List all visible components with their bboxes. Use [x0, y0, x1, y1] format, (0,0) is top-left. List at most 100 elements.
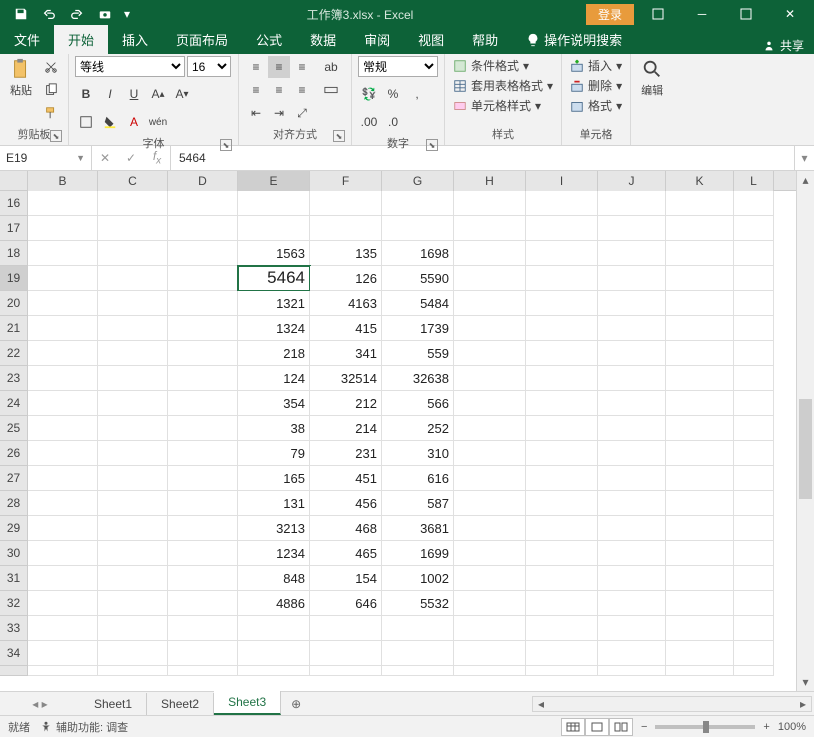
tab-home[interactable]: 开始 — [54, 25, 108, 54]
row-header[interactable]: 34 — [0, 641, 28, 666]
zoom-slider[interactable] — [655, 725, 755, 729]
cell[interactable] — [238, 216, 310, 241]
cell[interactable] — [734, 366, 774, 391]
cell[interactable] — [526, 416, 598, 441]
cell[interactable] — [310, 641, 382, 666]
vertical-scrollbar[interactable]: ▴ ▾ — [796, 171, 814, 691]
merge-icon[interactable] — [317, 79, 345, 101]
cell[interactable] — [526, 191, 598, 216]
border-icon[interactable] — [75, 111, 97, 133]
increase-decimal-icon[interactable]: .00 — [358, 111, 380, 133]
cell[interactable] — [666, 416, 734, 441]
cell[interactable]: 124 — [238, 366, 310, 391]
cell[interactable] — [168, 391, 238, 416]
delete-cells-button[interactable]: 删除 ▾ — [568, 76, 624, 95]
scroll-right-icon[interactable]: ▸ — [795, 697, 811, 711]
tab-formulas[interactable]: 公式 — [242, 25, 296, 54]
column-header[interactable]: B — [28, 171, 98, 191]
cell[interactable] — [666, 291, 734, 316]
increase-indent-icon[interactable]: ⇥ — [268, 102, 290, 124]
cell[interactable] — [734, 216, 774, 241]
cell[interactable] — [734, 591, 774, 616]
cell[interactable] — [98, 366, 168, 391]
cell[interactable] — [598, 566, 666, 591]
cell[interactable]: 1002 — [382, 566, 454, 591]
align-top-icon[interactable]: ≡ — [245, 56, 267, 78]
cell[interactable] — [666, 366, 734, 391]
sheet-tab[interactable]: Sheet2 — [147, 693, 214, 715]
cell[interactable] — [734, 616, 774, 641]
underline-button[interactable]: U — [123, 83, 145, 105]
cell[interactable] — [168, 191, 238, 216]
cell[interactable] — [526, 366, 598, 391]
cell[interactable] — [666, 516, 734, 541]
cell[interactable] — [526, 391, 598, 416]
zoom-out-icon[interactable]: − — [641, 721, 647, 733]
tab-review[interactable]: 审阅 — [350, 25, 404, 54]
cell[interactable] — [98, 416, 168, 441]
cell[interactable] — [734, 666, 774, 676]
cell[interactable]: 38 — [238, 416, 310, 441]
font-color-icon[interactable]: A — [123, 111, 145, 133]
cell[interactable] — [598, 191, 666, 216]
column-header[interactable]: E — [238, 171, 310, 191]
comma-icon[interactable]: , — [406, 83, 428, 105]
row-header[interactable]: 31 — [0, 566, 28, 591]
cell[interactable]: 135 — [310, 241, 382, 266]
decrease-decimal-icon[interactable]: .0 — [382, 111, 404, 133]
cell[interactable] — [598, 241, 666, 266]
cell[interactable] — [526, 566, 598, 591]
cell[interactable]: 646 — [310, 591, 382, 616]
cell[interactable] — [28, 416, 98, 441]
cell[interactable] — [526, 616, 598, 641]
cell[interactable] — [28, 341, 98, 366]
column-header[interactable]: J — [598, 171, 666, 191]
cell[interactable] — [598, 291, 666, 316]
row-header[interactable]: 16 — [0, 191, 28, 216]
cell[interactable] — [526, 491, 598, 516]
save-icon[interactable] — [8, 2, 34, 26]
cell[interactable]: 1739 — [382, 316, 454, 341]
align-middle-icon[interactable]: ≡ — [268, 56, 290, 78]
dialog-launcher-icon[interactable]: ⬊ — [50, 130, 62, 142]
cell[interactable] — [168, 316, 238, 341]
cell[interactable]: 165 — [238, 466, 310, 491]
cell[interactable] — [382, 616, 454, 641]
cell[interactable]: 341 — [310, 341, 382, 366]
cell[interactable] — [454, 541, 526, 566]
cell[interactable] — [454, 341, 526, 366]
cell[interactable] — [98, 341, 168, 366]
font-name-select[interactable]: 等线 — [75, 56, 185, 77]
cell[interactable] — [734, 441, 774, 466]
cell[interactable] — [598, 341, 666, 366]
cell[interactable]: 465 — [310, 541, 382, 566]
cell[interactable] — [734, 516, 774, 541]
format-painter-icon[interactable] — [40, 102, 62, 124]
row-header[interactable]: 21 — [0, 316, 28, 341]
fill-color-icon[interactable] — [99, 111, 121, 133]
cell[interactable] — [666, 666, 734, 676]
cell[interactable] — [526, 666, 598, 676]
row-header[interactable]: 24 — [0, 391, 28, 416]
cell[interactable] — [28, 591, 98, 616]
cell[interactable] — [598, 441, 666, 466]
tab-help[interactable]: 帮助 — [458, 25, 512, 54]
camera-icon[interactable] — [92, 2, 118, 26]
cell[interactable] — [666, 491, 734, 516]
row-header[interactable]: 19 — [0, 266, 28, 291]
cell[interactable] — [666, 566, 734, 591]
cell[interactable] — [98, 466, 168, 491]
tab-insert[interactable]: 插入 — [108, 25, 162, 54]
expand-formula-icon[interactable]: ▾ — [794, 146, 814, 170]
cell[interactable]: 456 — [310, 491, 382, 516]
cell[interactable] — [666, 216, 734, 241]
cell[interactable] — [526, 541, 598, 566]
cell[interactable] — [168, 266, 238, 291]
cell[interactable] — [168, 566, 238, 591]
cell[interactable]: 451 — [310, 466, 382, 491]
cell[interactable] — [98, 641, 168, 666]
cell[interactable] — [526, 266, 598, 291]
cell[interactable] — [666, 266, 734, 291]
cell[interactable] — [598, 216, 666, 241]
cell[interactable] — [734, 641, 774, 666]
